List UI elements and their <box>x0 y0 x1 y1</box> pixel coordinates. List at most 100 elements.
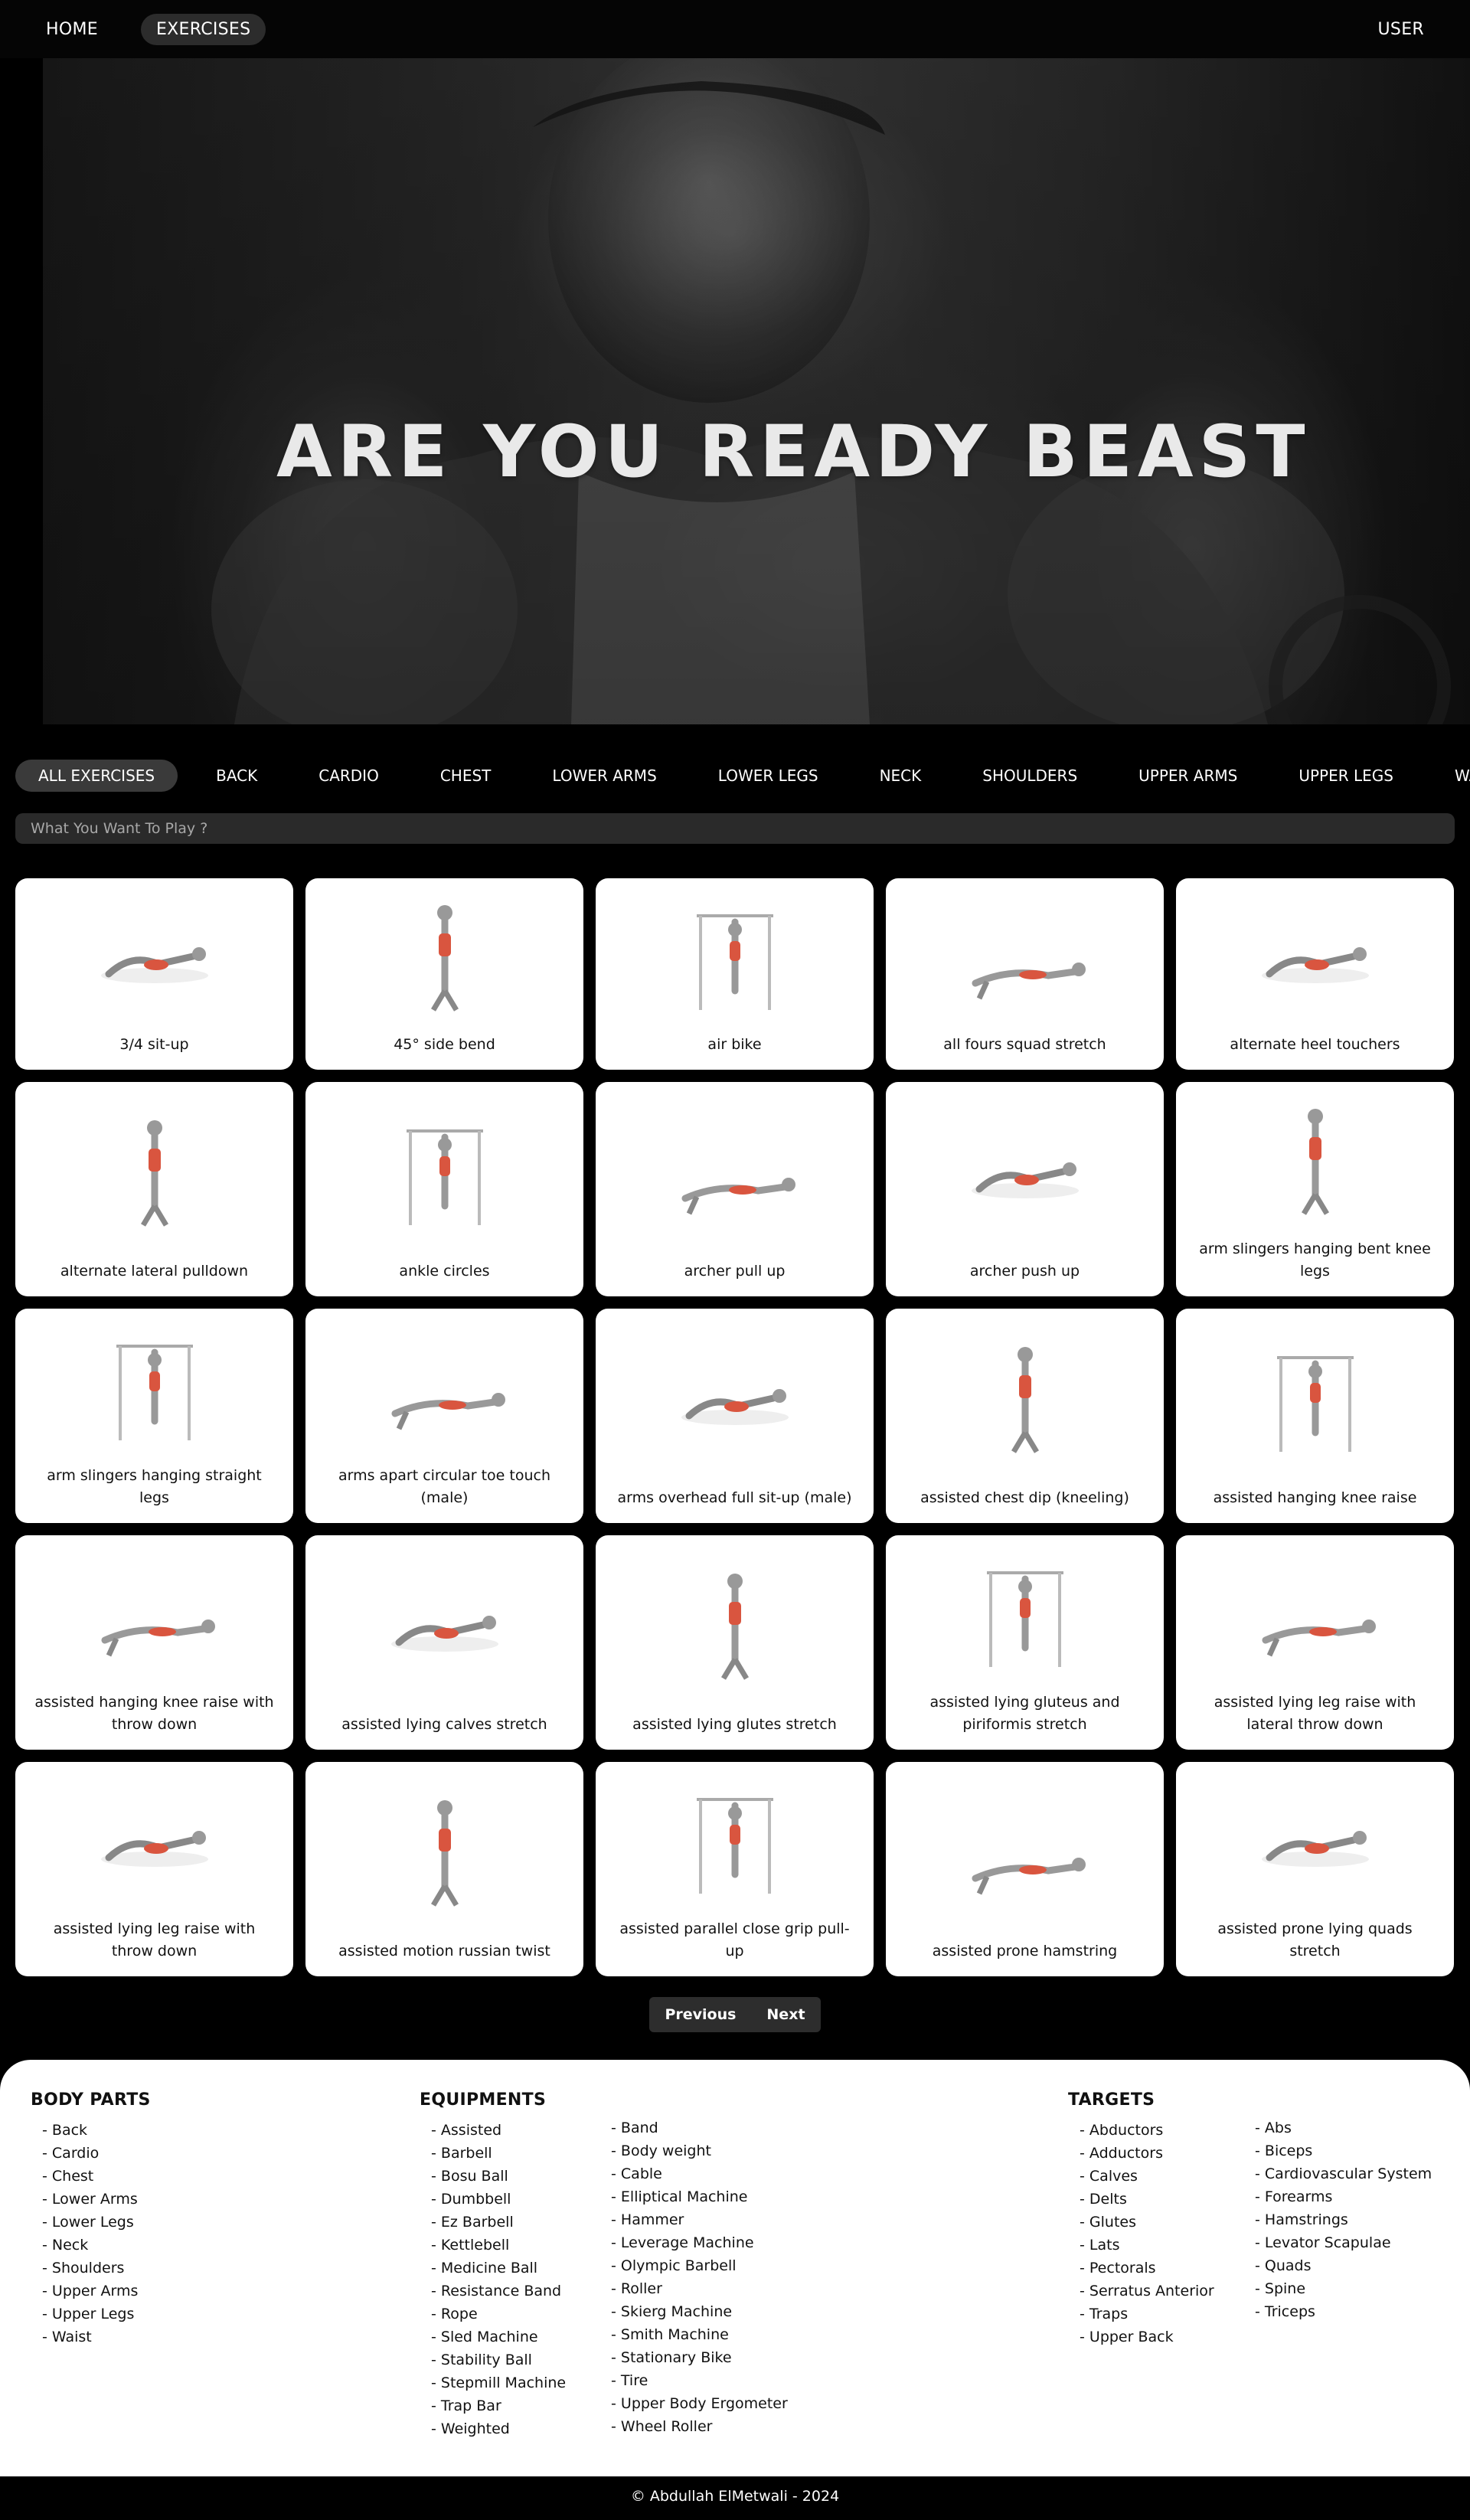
footer-link[interactable]: Pectorals <box>1068 2257 1214 2280</box>
footer-link[interactable]: Forearms <box>1243 2185 1432 2208</box>
footer-link[interactable]: Chest <box>31 2165 151 2188</box>
footer-link[interactable]: Trap Bar <box>420 2394 566 2417</box>
footer-link[interactable]: Upper Body Ergometer <box>599 2392 788 2415</box>
footer-link[interactable]: Biceps <box>1243 2139 1432 2162</box>
search-input[interactable] <box>15 813 1455 844</box>
footer-link[interactable]: Back <box>31 2119 151 2142</box>
footer-link[interactable]: Dumbbell <box>420 2188 566 2211</box>
footer-link[interactable]: Hamstrings <box>1243 2208 1432 2231</box>
filter-chip[interactable]: UPPER LEGS <box>1276 760 1416 792</box>
footer-link[interactable]: Quads <box>1243 2254 1432 2277</box>
footer-link[interactable]: Levator Scapulae <box>1243 2231 1432 2254</box>
nav-exercises-link[interactable]: EXERCISES <box>140 13 266 45</box>
footer-link[interactable]: Abductors <box>1068 2119 1214 2142</box>
exercise-card[interactable]: assisted motion russian twist <box>305 1762 583 1976</box>
exercise-card[interactable]: assisted hanging knee raise <box>1176 1309 1454 1523</box>
footer-link[interactable]: Waist <box>31 2326 151 2348</box>
previous-button[interactable]: Previous <box>649 1997 751 2032</box>
exercise-card[interactable]: alternate heel touchers <box>1176 878 1454 1070</box>
filter-chip[interactable]: WAIST <box>1432 760 1470 792</box>
exercise-card[interactable]: assisted hanging knee raise with throw d… <box>15 1535 293 1750</box>
exercise-card[interactable]: assisted lying gluteus and piriformis st… <box>886 1535 1164 1750</box>
footer-link[interactable]: Lower Arms <box>31 2188 151 2211</box>
footer-link[interactable]: Cardio <box>31 2142 151 2165</box>
footer-link[interactable]: Upper Arms <box>31 2280 151 2303</box>
footer-link[interactable]: Neck <box>31 2234 151 2257</box>
exercise-card[interactable]: 45° side bend <box>305 878 583 1070</box>
footer-link[interactable]: Ez Barbell <box>420 2211 566 2234</box>
exercise-card[interactable]: arms overhead full sit-up (male) <box>596 1309 874 1523</box>
footer-link[interactable]: Cable <box>599 2162 788 2185</box>
footer-link[interactable]: Wheel Roller <box>599 2415 788 2438</box>
footer-link[interactable]: Skierg Machine <box>599 2300 788 2323</box>
footer-link[interactable]: Cardiovascular System <box>1243 2162 1432 2185</box>
footer-link[interactable]: Spine <box>1243 2277 1432 2300</box>
filter-chip[interactable]: LOWER ARMS <box>529 760 679 792</box>
footer-link[interactable]: Calves <box>1068 2165 1214 2188</box>
next-button[interactable]: Next <box>751 1997 820 2032</box>
exercise-card[interactable]: archer push up <box>886 1082 1164 1296</box>
footer-link[interactable]: Abs <box>1243 2116 1432 2139</box>
footer-link[interactable]: Weighted <box>420 2417 566 2440</box>
exercise-name: assisted lying leg raise with lateral th… <box>1214 1694 1416 1733</box>
footer-link[interactable]: Adductors <box>1068 2142 1214 2165</box>
footer-link[interactable]: Upper Legs <box>31 2303 151 2326</box>
footer-link[interactable]: Body weight <box>599 2139 788 2162</box>
exercise-card[interactable]: assisted lying leg raise with lateral th… <box>1176 1535 1454 1750</box>
footer-link[interactable]: Serratus Anterior <box>1068 2280 1214 2303</box>
exercise-card[interactable]: arms apart circular toe touch (male) <box>305 1309 583 1523</box>
footer-link[interactable]: Roller <box>599 2277 788 2300</box>
footer-link[interactable]: Traps <box>1068 2303 1214 2326</box>
footer-link[interactable]: Medicine Ball <box>420 2257 566 2280</box>
footer-link[interactable]: Elliptical Machine <box>599 2185 788 2208</box>
filter-chip[interactable]: CARDIO <box>296 760 402 792</box>
exercise-card[interactable]: arm slingers hanging straight legs <box>15 1309 293 1523</box>
footer-link[interactable]: Kettlebell <box>420 2234 566 2257</box>
footer-link[interactable]: Upper Back <box>1068 2326 1214 2348</box>
filter-chip[interactable]: UPPER ARMS <box>1116 760 1260 792</box>
exercise-card[interactable]: air bike <box>596 878 874 1070</box>
footer-link[interactable]: Leverage Machine <box>599 2231 788 2254</box>
footer-link[interactable]: Stability Ball <box>420 2348 566 2371</box>
exercise-card[interactable]: 3/4 sit-up <box>15 878 293 1070</box>
footer-link[interactable]: Shoulders <box>31 2257 151 2280</box>
footer-link[interactable]: Stationary Bike <box>599 2346 788 2369</box>
footer-link[interactable]: Hammer <box>599 2208 788 2231</box>
exercise-card[interactable]: assisted prone lying quads stretch <box>1176 1762 1454 1976</box>
footer-link[interactable]: Olympic Barbell <box>599 2254 788 2277</box>
filter-chip[interactable]: SHOULDERS <box>959 760 1100 792</box>
exercise-card[interactable]: archer pull up <box>596 1082 874 1296</box>
footer-link[interactable]: Barbell <box>420 2142 566 2165</box>
footer-link[interactable]: Tire <box>599 2369 788 2392</box>
exercise-card[interactable]: assisted lying calves stretch <box>305 1535 583 1750</box>
footer-link[interactable]: Glutes <box>1068 2211 1214 2234</box>
footer-link[interactable]: Stepmill Machine <box>420 2371 566 2394</box>
exercise-card[interactable]: arm slingers hanging bent knee legs <box>1176 1082 1454 1296</box>
footer-link[interactable]: Bosu Ball <box>420 2165 566 2188</box>
footer-link[interactable]: Lower Legs <box>31 2211 151 2234</box>
exercise-card[interactable]: assisted lying glutes stretch <box>596 1535 874 1750</box>
footer-link[interactable]: Lats <box>1068 2234 1214 2257</box>
nav-home-link[interactable]: HOME <box>31 14 113 45</box>
footer-link[interactable]: Triceps <box>1243 2300 1432 2323</box>
filter-chip[interactable]: ALL EXERCISES <box>15 760 178 792</box>
filter-chip[interactable]: NECK <box>857 760 945 792</box>
exercise-card[interactable]: assisted lying leg raise with throw down <box>15 1762 293 1976</box>
footer-link[interactable]: Rope <box>420 2303 566 2326</box>
exercise-card[interactable]: alternate lateral pulldown <box>15 1082 293 1296</box>
exercise-card[interactable]: assisted parallel close grip pull-up <box>596 1762 874 1976</box>
footer-link[interactable]: Resistance Band <box>420 2280 566 2303</box>
exercise-card[interactable]: ankle circles <box>305 1082 583 1296</box>
footer-link[interactable]: Band <box>599 2116 788 2139</box>
footer-link[interactable]: Delts <box>1068 2188 1214 2211</box>
nav-user-link[interactable]: USER <box>1363 14 1439 45</box>
filter-chip[interactable]: BACK <box>193 760 280 792</box>
footer-link[interactable]: Smith Machine <box>599 2323 788 2346</box>
exercise-card[interactable]: assisted chest dip (kneeling) <box>886 1309 1164 1523</box>
exercise-card[interactable]: assisted prone hamstring <box>886 1762 1164 1976</box>
exercise-card[interactable]: all fours squad stretch <box>886 878 1164 1070</box>
filter-chip[interactable]: LOWER LEGS <box>695 760 841 792</box>
filter-chip[interactable]: CHEST <box>417 760 514 792</box>
footer-link[interactable]: Assisted <box>420 2119 566 2142</box>
footer-link[interactable]: Sled Machine <box>420 2326 566 2348</box>
